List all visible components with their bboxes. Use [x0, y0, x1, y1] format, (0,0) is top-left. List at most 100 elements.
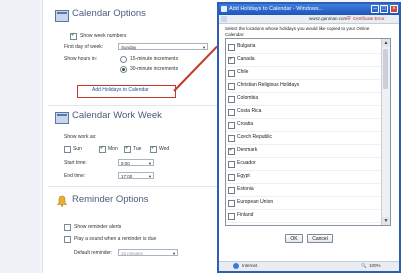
calendar-icon	[55, 10, 69, 22]
scroll-down-icon[interactable]: ▼	[382, 217, 390, 225]
location-name: Finland	[237, 212, 254, 218]
chevron-down-icon: ▼	[172, 251, 176, 256]
start-time-select[interactable]: 8:00 ▼	[118, 159, 154, 166]
show-reminder-alerts-label: Show reminder alerts	[74, 224, 122, 230]
maximize-button[interactable]: □	[380, 5, 388, 13]
add-holidays-dialog: Add Holidays to Calendar - Windows... – …	[217, 2, 401, 273]
location-name: Ecuador	[237, 160, 256, 166]
start-time-value: 8:00	[121, 161, 130, 166]
day-tue-checkbox[interactable]	[124, 145, 131, 153]
zoom-level[interactable]: 100%	[369, 263, 381, 268]
reminder-options-title: Reminder Options	[72, 194, 149, 205]
left-gutter	[0, 0, 40, 273]
locations-list[interactable]: ▲ ▼ Bulgaria Canada Chile Christian Religio…	[225, 38, 391, 226]
show-week-numbers-checkbox[interactable]	[70, 32, 77, 40]
shield-icon: ⛨	[347, 16, 351, 22]
show-work-as-label: Show work as:	[64, 134, 97, 140]
day-wed-label: Wed	[159, 146, 170, 152]
location-checkbox[interactable]	[228, 70, 235, 77]
location-checkbox[interactable]	[228, 187, 235, 194]
ok-button[interactable]: OK	[285, 234, 303, 243]
row-divider	[226, 222, 381, 223]
day-sun-checkbox[interactable]	[64, 146, 71, 153]
hours-30-label: 30-minute increments	[130, 66, 179, 72]
show-reminder-alerts-checkbox[interactable]	[64, 224, 71, 231]
location-checkbox[interactable]	[228, 56, 235, 64]
first-day-value: Sunday	[121, 45, 137, 50]
close-button[interactable]: ×	[390, 5, 398, 13]
row-divider	[226, 66, 381, 67]
chevron-down-icon: ▼	[148, 161, 152, 166]
add-holidays-link[interactable]: Add Holidays to Calendar	[92, 87, 149, 93]
row-divider	[226, 157, 381, 158]
location-checkbox[interactable]	[228, 109, 235, 116]
location-checkbox[interactable]	[228, 96, 235, 103]
day-wed-checkbox[interactable]	[150, 145, 157, 153]
end-time-select[interactable]: 17:00 ▼	[118, 172, 154, 179]
minimize-button[interactable]: –	[371, 5, 379, 13]
default-reminder-select[interactable]: 15 minutes ▼	[118, 249, 178, 256]
start-time-label: Start time:	[64, 160, 87, 166]
scroll-thumb[interactable]	[383, 49, 388, 89]
location-checkbox[interactable]	[228, 44, 235, 51]
default-reminder-label: Default reminder:	[74, 250, 113, 256]
row-divider	[226, 92, 381, 93]
day-mon-label: Mon	[108, 146, 118, 152]
location-name: Czech Republic	[237, 134, 273, 140]
day-sun-label: Sun	[73, 146, 82, 152]
scroll-up-icon[interactable]: ▲	[382, 39, 390, 47]
location-checkbox[interactable]	[228, 161, 235, 168]
row-divider	[226, 53, 381, 54]
divider	[48, 186, 220, 187]
location-name: Costa Rica	[237, 108, 262, 114]
location-name: Croatia	[237, 121, 254, 127]
row-divider	[226, 196, 381, 197]
row-divider	[226, 118, 381, 119]
list-scrollbar[interactable]: ▲ ▼	[381, 39, 390, 225]
work-week-title: Calendar Work Week	[72, 110, 162, 121]
status-bar: Internet 🔍 100%	[219, 261, 399, 271]
address-bar[interactable]: wwsz.ganman.com ⛨ Certificate Error	[219, 15, 399, 24]
location-checkbox[interactable]	[228, 83, 235, 90]
first-day-select[interactable]: Sunday ▼	[118, 43, 208, 50]
cancel-button[interactable]: Cancel	[307, 234, 333, 243]
row-divider	[226, 183, 381, 184]
show-week-numbers-label: Show week numbers	[80, 33, 127, 39]
globe-icon	[233, 263, 239, 269]
day-mon-checkbox[interactable]	[99, 145, 106, 153]
hours-15-label: 15-minute increments	[130, 56, 179, 62]
location-name: Denmark	[237, 147, 258, 153]
hours-15-radio[interactable]	[120, 56, 127, 63]
location-checkbox[interactable]	[228, 174, 235, 181]
location-name: Chile	[237, 69, 249, 75]
end-time-label: End time:	[64, 173, 86, 179]
location-name: Colombia	[237, 95, 259, 101]
location-name: Estonia	[237, 186, 254, 192]
default-reminder-value: 15 minutes	[121, 251, 144, 256]
page-icon	[221, 16, 227, 22]
zoom-icon[interactable]: 🔍	[361, 263, 367, 269]
location-checkbox[interactable]	[228, 213, 235, 220]
row-divider	[226, 209, 381, 210]
location-checkbox[interactable]	[228, 200, 235, 207]
row-divider	[226, 105, 381, 106]
day-tue-label: Tue	[133, 146, 142, 152]
select-prompt: Select the locations whose holidays you …	[225, 26, 370, 37]
reminder-bell-icon	[56, 195, 68, 207]
end-time-value: 17:00	[121, 174, 133, 179]
calendar-options-title: Calendar Options	[72, 8, 146, 19]
address-url: wwsz.ganman.com	[309, 16, 348, 21]
title-bar[interactable]: Add Holidays to Calendar - Windows... – …	[219, 4, 399, 15]
status-zone: Internet	[242, 263, 258, 268]
hours-30-radio[interactable]	[120, 66, 127, 73]
play-sound-checkbox[interactable]	[64, 236, 71, 243]
play-sound-label: Play a sound when a reminder is due	[74, 236, 157, 242]
row-divider	[226, 131, 381, 132]
certificate-error[interactable]: Certificate Error	[353, 16, 385, 21]
location-checkbox[interactable]	[228, 135, 235, 142]
location-name: Christian Religious Holidays	[237, 82, 300, 88]
chevron-down-icon: ▼	[202, 45, 206, 50]
location-name: European Union	[237, 199, 274, 205]
location-checkbox[interactable]	[228, 122, 235, 129]
location-checkbox[interactable]	[228, 147, 235, 155]
